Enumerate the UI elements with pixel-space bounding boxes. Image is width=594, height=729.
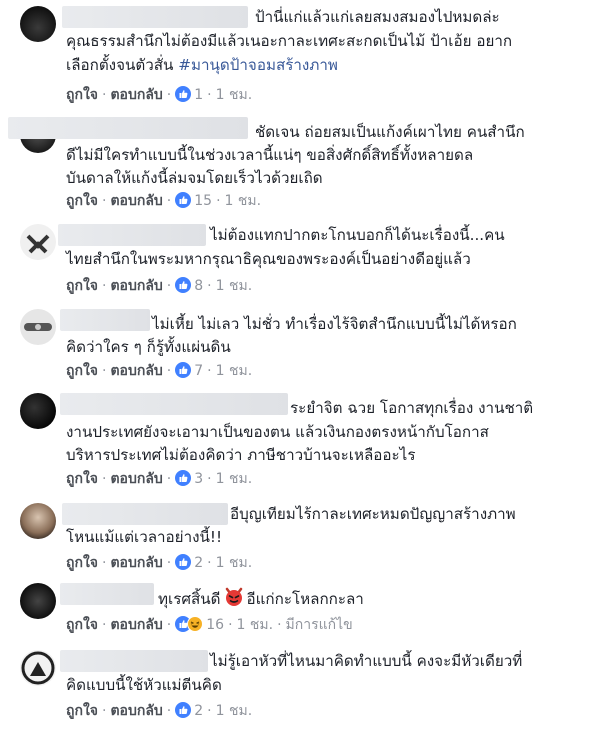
commenter-name-redacted[interactable] xyxy=(60,650,208,672)
avatar[interactable] xyxy=(20,6,56,42)
reaction-count[interactable]: 2 xyxy=(175,702,203,719)
comment-text-line: ทุเรศสิ้นดี อีแก่กะโหลกกะลา xyxy=(158,587,364,613)
avatar[interactable] xyxy=(20,224,56,260)
commenter-name-redacted[interactable] xyxy=(60,393,288,415)
reaction-count[interactable]: 15 xyxy=(175,192,212,209)
comment-actions: ถูกใจ · ตอบกลับ · 1 · 1 ชม. xyxy=(66,86,252,107)
reaction-count[interactable]: 8 xyxy=(175,277,203,294)
commenter-name-redacted[interactable] xyxy=(62,6,248,28)
avatar[interactable] xyxy=(20,309,56,345)
comment-actions: ถูกใจ · ตอบกลับ · 3 · 1 ชม. xyxy=(66,470,252,491)
comment-text: อีแก่กะโหลกกะลา xyxy=(246,590,364,608)
comment-text-line: อีบุญเทียมไร้กาละเทศะหมดปัญญาสร้างภาพ xyxy=(230,505,516,523)
like-reaction-icon xyxy=(175,192,192,213)
reaction-count[interactable]: 7 xyxy=(175,362,203,379)
hashtag-link[interactable]: #มานุดป้าจอมสร้างภาพ xyxy=(178,56,338,74)
comment-text-line: โหนแม้แต่เวลาอย่างนี้!! xyxy=(66,528,223,546)
edited-link[interactable]: มีการแก้ไข xyxy=(286,617,353,633)
like-reaction-icon xyxy=(175,554,192,575)
avatar[interactable] xyxy=(20,583,56,619)
like-link[interactable]: ถูกใจ xyxy=(66,471,98,487)
like-reaction-icon xyxy=(175,277,192,298)
like-link[interactable]: ถูกใจ xyxy=(66,703,98,719)
comment-actions: ถูกใจ · ตอบกลับ · 2 · 1 ชม. xyxy=(66,554,252,575)
comment-text-line: ป้านี่แก่แล้วแก่เลยสมงสมองไปหมดล่ะ xyxy=(255,8,500,26)
like-reaction-icon xyxy=(175,362,192,383)
comment-text-line: ไทยสำนึกในพระมหากรุณาธิคุณของพระองค์เป็น… xyxy=(66,250,471,268)
haha-reaction-icon xyxy=(187,616,204,637)
reply-link[interactable]: ตอบกลับ xyxy=(110,278,162,294)
reaction-count[interactable]: 16 xyxy=(175,616,224,633)
reaction-count[interactable]: 3 xyxy=(175,470,203,487)
like-link[interactable]: ถูกใจ xyxy=(66,193,98,209)
comment-text-line: ไม่เหี้ย ไม่เลว ไม่ชั่ว ทำเรื่องไร้จิตสำ… xyxy=(152,315,517,333)
avatar[interactable] xyxy=(20,503,56,539)
comment-text-line: คิดว่าใคร ๆ ก็รู้ทั้งแผ่นดิน xyxy=(66,338,231,356)
like-link[interactable]: ถูกใจ xyxy=(66,278,98,294)
timestamp-link[interactable]: 1 ชม. xyxy=(216,555,253,571)
comment-text-line: ระยำจิต ฉวย โอกาสทุกเรื่อง งานชาติ xyxy=(290,399,534,417)
timestamp-link[interactable]: 1 ชม. xyxy=(216,278,253,294)
comment-text-line: บันดาลให้แก้งนี้ล่มจมโดยเร็วไวด้วยเถิด xyxy=(66,169,323,187)
devil-face-emoji-icon xyxy=(224,587,244,613)
reply-link[interactable]: ตอบกลับ xyxy=(110,363,162,379)
like-link[interactable]: ถูกใจ xyxy=(66,363,98,379)
comment-text-line: งานประเทศยังจะเอามาเป็นของตน แล้วเงินกอง… xyxy=(66,423,489,441)
like-reaction-icon xyxy=(175,470,192,491)
comment-text: ทุเรศสิ้นดี xyxy=(158,590,221,608)
comment-actions: ถูกใจ · ตอบกลับ · 16 · 1 ชม. · มีการแก้ไข xyxy=(66,616,353,637)
commenter-name-redacted[interactable] xyxy=(8,117,248,139)
comment-text-line: คุณธรรมสำนึกไม่ต้องมีแล้วเนอะกาละเทศะสะก… xyxy=(66,32,513,50)
like-link[interactable]: ถูกใจ xyxy=(66,555,98,571)
timestamp-link[interactable]: 1 ชม. xyxy=(225,193,262,209)
like-reaction-icon xyxy=(175,702,192,723)
comment-actions: ถูกใจ · ตอบกลับ · 2 · 1 ชม. xyxy=(66,702,252,723)
reply-link[interactable]: ตอบกลับ xyxy=(110,87,162,103)
comment-text-line: ไม่รู้เอาหัวที่ไหนมาคิดทำแบบนี้ คงจะมีหั… xyxy=(210,652,523,670)
comment-text-line: บริหารประเทศไม่ต้องคิดว่า ภาษีชาวบ้านจะเ… xyxy=(66,446,416,464)
comment-text-line: ดีไม่มีใครทำแบบนี้ในช่วงเวลานี้แน่ๆ ขอสิ… xyxy=(66,146,474,164)
comment-text-line: ชัดเจน ถ่อยสมเป็นแก้งค์เผาไทย คนสำนึก xyxy=(255,123,525,141)
reply-link[interactable]: ตอบกลับ xyxy=(110,617,162,633)
reaction-count[interactable]: 1 xyxy=(175,86,203,103)
like-reaction-icon xyxy=(175,86,192,107)
timestamp-link[interactable]: 1 ชม. xyxy=(216,363,253,379)
timestamp-link[interactable]: 1 ชม. xyxy=(216,703,253,719)
avatar[interactable] xyxy=(20,650,56,686)
comment-text-line: ไม่ต้องแทกปากตะโกนบอกก็ได้นะเรื่องนี้...… xyxy=(210,226,505,244)
comment-actions: ถูกใจ · ตอบกลับ · 8 · 1 ชม. xyxy=(66,277,252,298)
commenter-name-redacted[interactable] xyxy=(62,503,228,525)
reaction-count[interactable]: 2 xyxy=(175,554,203,571)
reply-link[interactable]: ตอบกลับ xyxy=(110,471,162,487)
like-link[interactable]: ถูกใจ xyxy=(66,617,98,633)
reply-link[interactable]: ตอบกลับ xyxy=(110,555,162,571)
commenter-name-redacted[interactable] xyxy=(58,224,206,246)
comment-text-line: เลือกตั้งจนตัวสั่น #มานุดป้าจอมสร้างภาพ xyxy=(66,54,338,76)
comment-text-line: คิดแบบนี้ใช้หัวแม่ตีนคิด xyxy=(66,676,222,694)
like-link[interactable]: ถูกใจ xyxy=(66,87,98,103)
comment-actions: ถูกใจ · ตอบกลับ · 7 · 1 ชม. xyxy=(66,362,252,383)
reply-link[interactable]: ตอบกลับ xyxy=(110,193,162,209)
comment-actions: ถูกใจ · ตอบกลับ · 15 · 1 ชม. xyxy=(66,192,261,213)
timestamp-link[interactable]: 1 ชม. xyxy=(237,617,274,633)
comment-text: เลือกตั้งจนตัวสั่น xyxy=(66,56,179,74)
timestamp-link[interactable]: 1 ชม. xyxy=(216,471,253,487)
commenter-name-redacted[interactable] xyxy=(60,309,150,331)
avatar[interactable] xyxy=(20,393,56,429)
timestamp-link[interactable]: 1 ชม. xyxy=(216,87,253,103)
reply-link[interactable]: ตอบกลับ xyxy=(110,703,162,719)
commenter-name-redacted[interactable] xyxy=(60,583,154,605)
